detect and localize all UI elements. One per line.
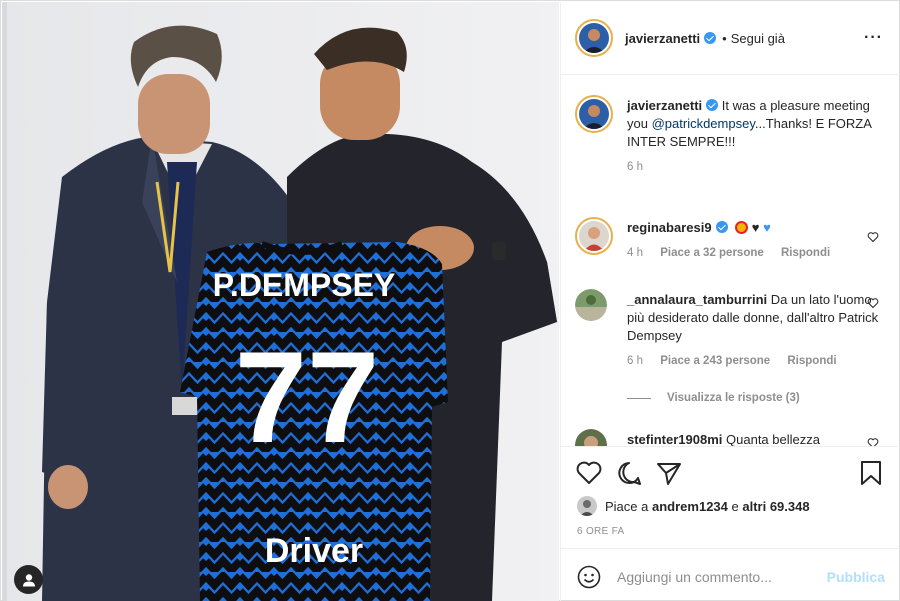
jersey-sponsor: Driver: [265, 532, 363, 570]
verified-icon: [715, 221, 728, 233]
post-side-panel: javierzanetti • Segui già ··· javierzane…: [560, 2, 900, 601]
commenter-avatar[interactable]: [575, 289, 607, 321]
follow-status-button[interactable]: Segui già: [731, 31, 785, 46]
verified-icon: [704, 32, 717, 44]
separator-dot: •: [722, 30, 727, 46]
likes-others[interactable]: altri 69.348: [742, 499, 809, 514]
inter-jersey: P.DEMPSEY 77 Driver: [180, 241, 448, 601]
comment-content: Quanta bellezza: [726, 432, 820, 446]
caption-mention[interactable]: @patrickdempsey: [652, 116, 755, 131]
caption-time[interactable]: 6 h: [627, 161, 643, 173]
commenter-avatar[interactable]: [575, 429, 607, 446]
bookmark-icon[interactable]: [857, 459, 885, 487]
comment-meta: 4 h Piace a 32 persone Rispondi: [627, 247, 885, 259]
comment-like-heart-icon[interactable]: [867, 231, 879, 243]
author-avatar[interactable]: [575, 19, 613, 57]
instagram-post-window: P.DEMPSEY 77 Driver javierzanetti • Segu…: [0, 0, 900, 601]
commenter-username[interactable]: stefinter1908mi: [627, 432, 722, 446]
heart-icon[interactable]: [575, 459, 603, 487]
commenter-username[interactable]: reginabaresi9: [627, 220, 712, 235]
post-timestamp[interactable]: 6 ORE FA: [577, 526, 624, 537]
post-header: javierzanetti • Segui già ···: [561, 2, 900, 75]
comment-item: reginabaresi9 ♥ ♥ 4 h Piace a 32 persone…: [575, 217, 885, 259]
post-actions: Piace a andrem1234 e altri 69.348 6 ORE …: [561, 446, 900, 548]
commenter-avatar[interactable]: [575, 217, 613, 255]
comment-input[interactable]: [617, 567, 817, 587]
comment-like-heart-icon[interactable]: [867, 437, 879, 446]
likes-summary[interactable]: Piace a andrem1234 e altri 69.348: [577, 496, 810, 516]
commenter-username[interactable]: _annalaura_tamburrini: [627, 292, 767, 307]
author-username[interactable]: javierzanetti: [625, 31, 700, 46]
post-photo[interactable]: P.DEMPSEY 77 Driver: [2, 2, 559, 601]
black-heart-icon: ♥: [751, 220, 760, 235]
blue-heart-icon: ♥: [763, 220, 771, 235]
comment-item: _annalaura_tamburrini Da un lato l'uomo …: [575, 289, 885, 367]
comment-time[interactable]: 4 h: [627, 247, 643, 259]
caption-text: javierzanetti It was a pleasure meeting …: [627, 95, 885, 151]
reply-button[interactable]: Rispondi: [781, 247, 830, 259]
emoji-icon[interactable]: [577, 565, 601, 589]
more-icon: ···: [864, 29, 883, 46]
reply-button[interactable]: Rispondi: [787, 355, 836, 367]
action-icons: [575, 459, 885, 487]
user-tag-button[interactable]: [14, 565, 43, 594]
liker-avatar: [577, 496, 597, 516]
caption-avatar[interactable]: [575, 95, 613, 133]
likes-middle: e: [731, 498, 739, 514]
comment-time[interactable]: 6 h: [627, 355, 643, 367]
caption: javierzanetti It was a pleasure meeting …: [575, 95, 885, 173]
comment-like-heart-icon[interactable]: [867, 297, 879, 309]
view-replies-button[interactable]: Visualizza le risposte (3): [627, 392, 800, 404]
user-tag-icon: [22, 573, 35, 586]
comment-text: _annalaura_tamburrini Da un lato l'uomo …: [627, 289, 885, 345]
likes-prefix: Piace a: [605, 498, 649, 514]
comment-meta: 6 h Piace a 243 persone Rispondi: [627, 355, 885, 367]
comment-likes[interactable]: Piace a 32 persone: [660, 247, 764, 259]
replies-divider: [627, 397, 651, 399]
share-icon[interactable]: [655, 459, 683, 487]
verified-icon: [706, 99, 719, 111]
add-comment-bar: Pubblica: [561, 548, 900, 601]
photo-illustration: P.DEMPSEY 77 Driver: [2, 2, 559, 601]
comment-icon[interactable]: [615, 459, 643, 487]
jersey-name: P.DEMPSEY: [213, 267, 396, 303]
caption-meta: 6 h: [627, 161, 885, 173]
post-comment-button[interactable]: Pubblica: [827, 569, 885, 585]
comment-text: reginabaresi9 ♥ ♥: [627, 217, 885, 237]
likes-user[interactable]: andrem1234: [652, 499, 728, 514]
view-replies-label: Visualizza le risposte (3): [667, 392, 800, 404]
comment-item: stefinter1908mi Quanta bellezza: [575, 429, 885, 446]
comment-likes[interactable]: Piace a 243 persone: [660, 355, 770, 367]
jersey-number: 77: [235, 324, 380, 470]
comment-text: stefinter1908mi Quanta bellezza: [627, 429, 885, 446]
heart-eyes-emoji-icon: [735, 221, 749, 234]
caption-username[interactable]: javierzanetti: [627, 98, 702, 113]
comments-list: javierzanetti It was a pleasure meeting …: [561, 75, 900, 446]
more-options-button[interactable]: ···: [864, 30, 883, 46]
comment-emojis: ♥ ♥: [735, 220, 771, 235]
